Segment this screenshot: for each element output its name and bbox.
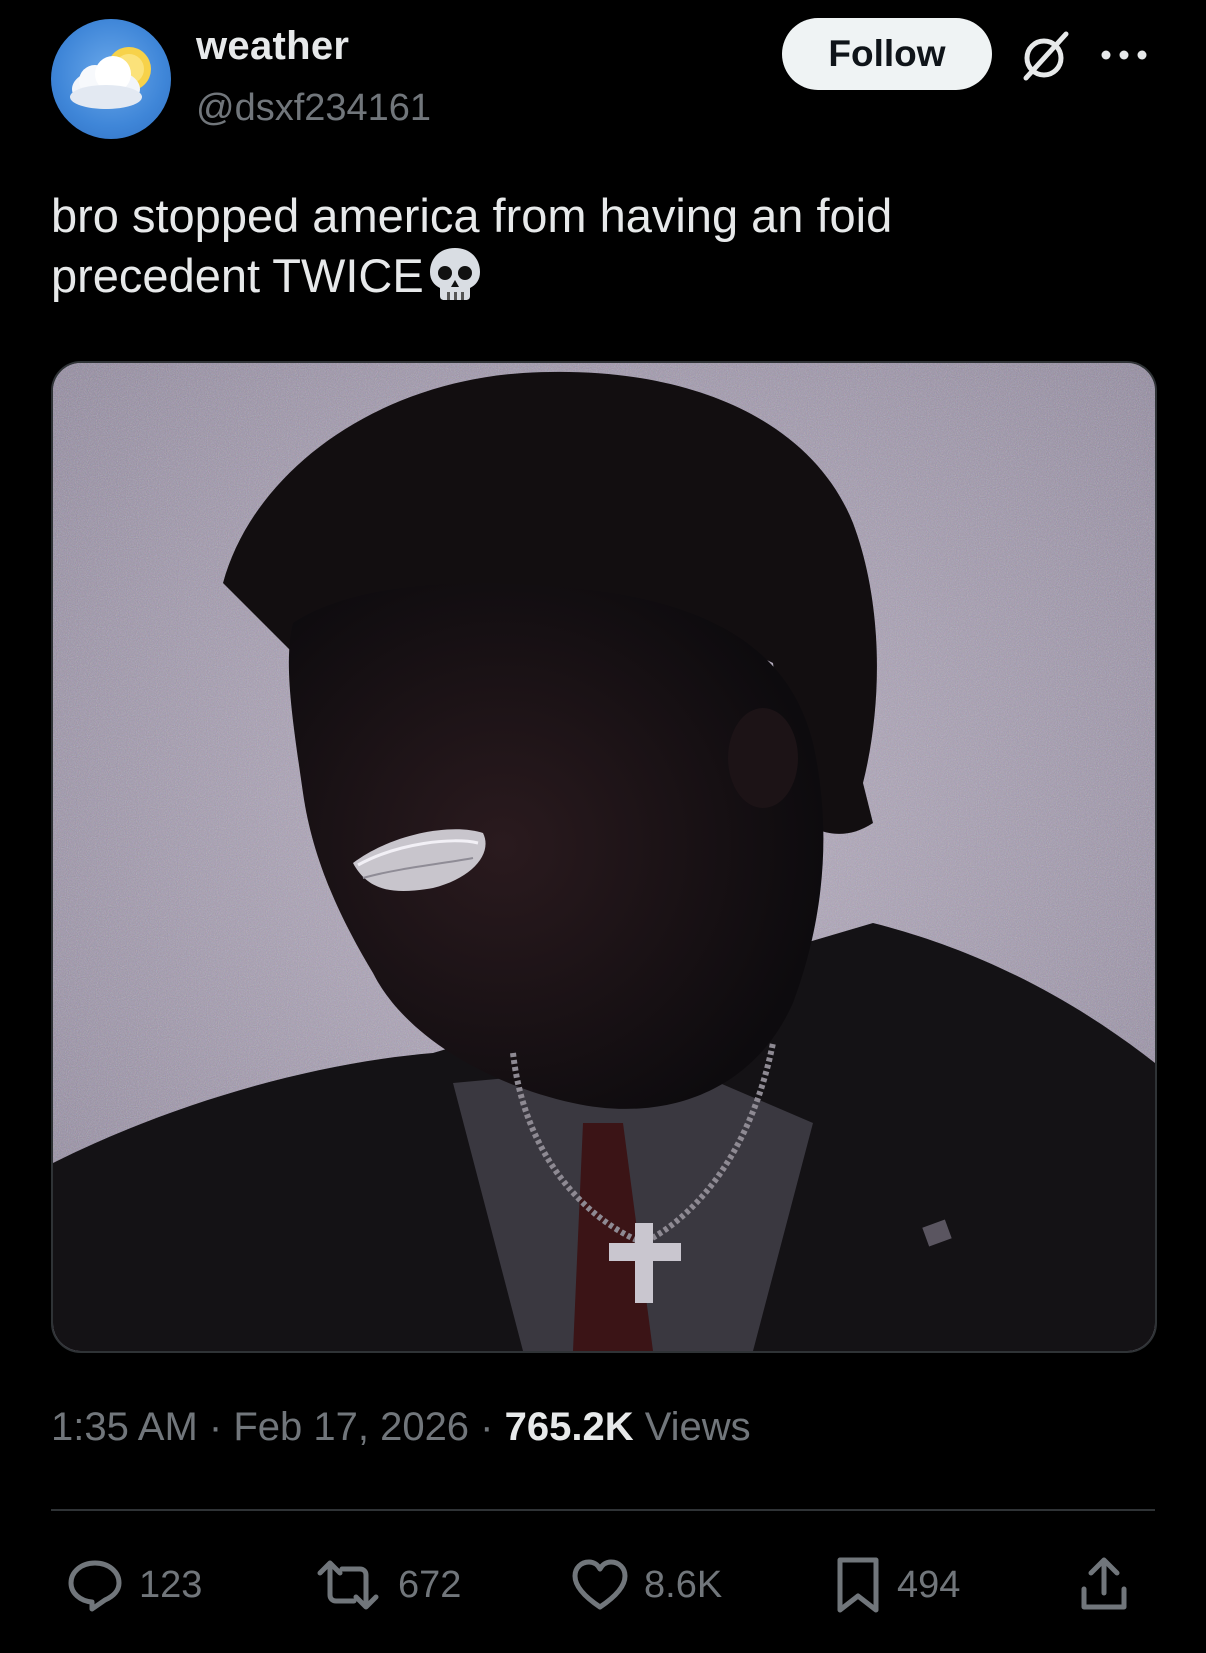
bookmark-icon bbox=[837, 1557, 879, 1613]
repost-button[interactable]: 672 bbox=[312, 1555, 461, 1615]
follow-button[interactable]: Follow bbox=[782, 18, 992, 90]
heart-icon bbox=[572, 1559, 628, 1610]
tweet-text-line-2: precedent TWICE bbox=[51, 246, 1151, 306]
user-handle[interactable]: @dsxf234161 bbox=[196, 87, 431, 130]
bookmark-button[interactable]: 494 bbox=[833, 1555, 960, 1615]
like-count: 8.6K bbox=[644, 1563, 723, 1606]
views-label: Views bbox=[633, 1405, 751, 1449]
display-name[interactable]: weather bbox=[196, 24, 349, 69]
divider bbox=[51, 1509, 1155, 1511]
grok-icon[interactable] bbox=[1014, 26, 1074, 86]
cloud-sun-icon bbox=[70, 47, 151, 109]
bookmark-count: 494 bbox=[897, 1563, 961, 1606]
reply-icon bbox=[68, 1560, 122, 1612]
separator: · bbox=[469, 1405, 505, 1449]
tweet-text-line-1: bro stopped america from having an foid bbox=[51, 189, 893, 242]
tweet-text-line-2-text: precedent TWICE bbox=[51, 249, 424, 302]
reply-button[interactable]: 123 bbox=[65, 1555, 202, 1615]
separator: · bbox=[197, 1405, 234, 1449]
skull-icon bbox=[429, 248, 480, 300]
share-button[interactable] bbox=[1078, 1555, 1144, 1615]
share-icon bbox=[1081, 1557, 1127, 1610]
reply-count: 123 bbox=[139, 1563, 203, 1606]
avatar[interactable] bbox=[51, 19, 171, 139]
repost-icon bbox=[317, 1560, 379, 1610]
tweet-text: bro stopped america from having an foid … bbox=[51, 186, 1151, 306]
more-icon[interactable] bbox=[1098, 40, 1150, 70]
like-button[interactable]: 8.6K bbox=[570, 1555, 722, 1615]
views-count: 765.2K bbox=[504, 1405, 634, 1449]
timestamp-line: 1:35 AM · Feb 17, 2026 · 765.2K Views bbox=[51, 1405, 751, 1450]
tweet-media-image[interactable] bbox=[51, 361, 1157, 1353]
repost-count: 672 bbox=[398, 1563, 462, 1606]
tweet-date[interactable]: Feb 17, 2026 bbox=[233, 1405, 469, 1449]
tweet-time[interactable]: 1:35 AM bbox=[51, 1405, 198, 1449]
